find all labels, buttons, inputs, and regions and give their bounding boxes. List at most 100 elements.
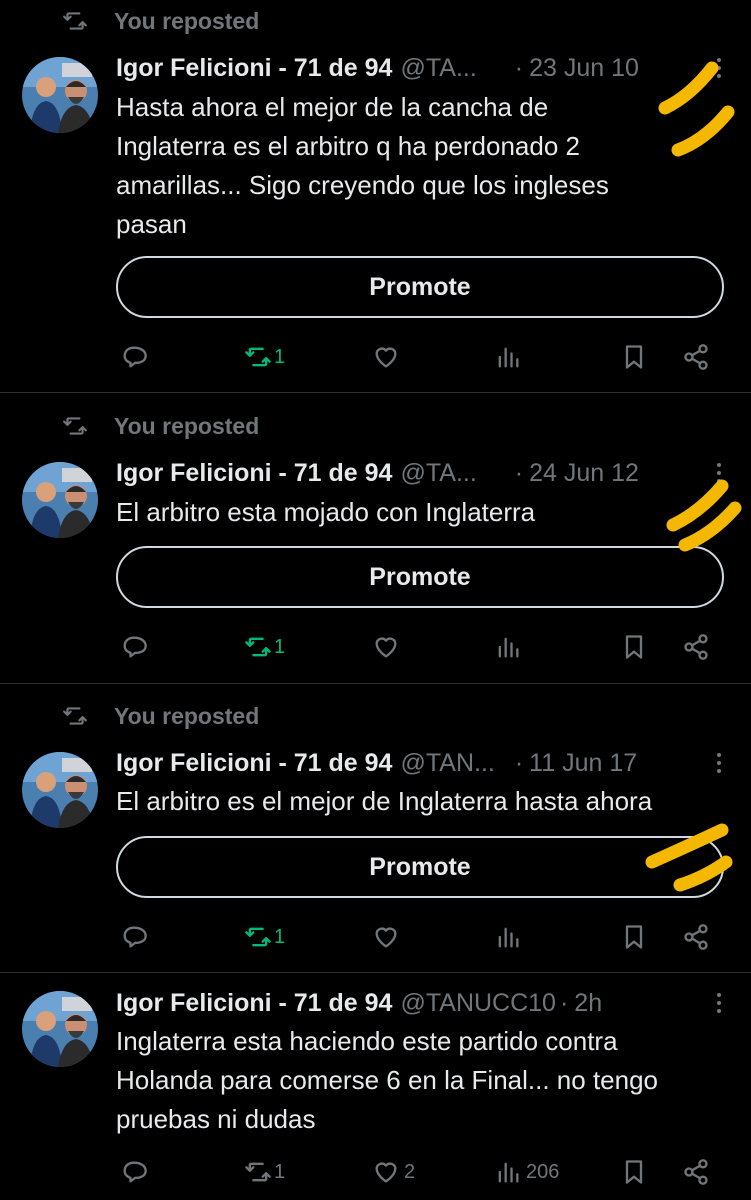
- repost-icon: [63, 707, 87, 725]
- views-button[interactable]: 206: [494, 1152, 559, 1192]
- heart-icon: [375, 927, 397, 948]
- repost-label: You reposted: [114, 7, 260, 34]
- more-options-icon[interactable]: [709, 53, 729, 83]
- share-button[interactable]: [682, 1152, 710, 1192]
- views-button[interactable]: [494, 337, 522, 377]
- repost-button[interactable]: 1: [244, 337, 285, 377]
- like-count: 2: [404, 1160, 416, 1183]
- share-icon: [684, 634, 708, 660]
- more-options-icon[interactable]: [709, 988, 729, 1018]
- tweet-text-line: Hasta ahora el mejor de la cancha de: [116, 92, 549, 122]
- author-handle[interactable]: @TA...: [400, 54, 476, 83]
- tweet-text: Inglaterra esta haciendo este partido co…: [116, 1022, 716, 1139]
- repost-count: 1: [274, 345, 286, 368]
- separator: ·: [559, 988, 569, 1017]
- bookmark-button[interactable]: [620, 627, 648, 667]
- share-button[interactable]: [682, 337, 710, 377]
- action-bar: 1: [0, 337, 751, 377]
- repost-button[interactable]: 1: [244, 1152, 285, 1192]
- avatar[interactable]: [22, 752, 98, 828]
- divider: [0, 683, 751, 684]
- promote-button[interactable]: Promote: [116, 836, 724, 898]
- more-options-icon[interactable]: [709, 748, 729, 778]
- repost-indicator: You reposted: [62, 411, 259, 441]
- like-button[interactable]: 2: [372, 1152, 415, 1192]
- author-name[interactable]: Igor Felicioni - 71 de 94: [116, 54, 392, 83]
- timestamp[interactable]: 23 Jun 10: [529, 54, 639, 83]
- share-icon: [684, 1159, 708, 1185]
- bookmark-button[interactable]: [620, 917, 648, 957]
- like-button[interactable]: [372, 337, 400, 377]
- tweet-text-line: amarillas... Sigo creyendo que los ingle…: [116, 170, 609, 200]
- timestamp[interactable]: 2h: [574, 989, 602, 1018]
- tweet-header: Igor Felicioni - 71 de 94 @TA... · 23 Ju…: [116, 50, 721, 86]
- reply-button[interactable]: [120, 1152, 148, 1192]
- reply-icon: [123, 926, 147, 948]
- like-button[interactable]: [372, 917, 400, 957]
- promote-button[interactable]: Promote: [116, 256, 724, 318]
- reply-icon: [123, 346, 147, 368]
- repost-icon: [63, 12, 87, 30]
- more-options-icon[interactable]: [709, 458, 729, 488]
- repost-count: 1: [274, 1160, 286, 1183]
- views-count: 206: [526, 1160, 560, 1183]
- action-bar: 1: [0, 917, 751, 957]
- tweet-header: Igor Felicioni - 71 de 94 @TA... · 24 Ju…: [116, 455, 721, 491]
- repost-count: 1: [274, 925, 286, 948]
- reply-button[interactable]: [120, 337, 148, 377]
- action-bar: 1: [0, 627, 751, 667]
- heart-icon: [375, 1162, 397, 1183]
- author-name[interactable]: Igor Felicioni - 71 de 94: [116, 989, 392, 1018]
- reply-icon: [123, 636, 147, 658]
- repost-button[interactable]: 1: [244, 917, 285, 957]
- divider: [0, 972, 751, 973]
- repost-count: 1: [274, 635, 286, 658]
- repost-icon: [63, 417, 87, 435]
- analytics-icon: [498, 927, 519, 948]
- share-button[interactable]: [682, 917, 710, 957]
- avatar[interactable]: [22, 991, 98, 1067]
- avatar[interactable]: [22, 462, 98, 538]
- author-handle[interactable]: @TAN...: [400, 749, 494, 778]
- tweet-text-line: El arbitro es el mejor de Inglaterra has…: [116, 786, 653, 816]
- separator: ·: [514, 53, 524, 82]
- promote-button[interactable]: Promote: [116, 546, 724, 608]
- tweet-header: Igor Felicioni - 71 de 94 @TAN... · 11 J…: [116, 745, 721, 781]
- author-name[interactable]: Igor Felicioni - 71 de 94: [116, 749, 392, 778]
- tweet-text-line: Inglaterra esta haciendo este partido co…: [116, 1026, 618, 1056]
- repost-label: You reposted: [114, 412, 260, 439]
- views-button[interactable]: [494, 917, 522, 957]
- tweet-text-line: Inglaterra es el arbitro q ha perdonado …: [116, 131, 580, 161]
- author-handle[interactable]: @TANUCC10: [400, 989, 556, 1018]
- timestamp[interactable]: 11 Jun 17: [529, 749, 637, 778]
- reply-button[interactable]: [120, 627, 148, 667]
- repost-indicator: You reposted: [62, 701, 259, 731]
- share-icon: [684, 344, 708, 370]
- divider: [0, 392, 751, 393]
- tweet-header: Igor Felicioni - 71 de 94 @TANUCC10 · 2h: [116, 985, 721, 1021]
- tweet-text-line: pasan: [116, 209, 187, 239]
- tweet-text-line: pruebas ni dudas: [116, 1104, 316, 1134]
- author-name[interactable]: Igor Felicioni - 71 de 94: [116, 459, 392, 488]
- author-handle[interactable]: @TA...: [400, 459, 476, 488]
- bookmark-button[interactable]: [620, 337, 648, 377]
- repost-icon: [245, 927, 271, 947]
- share-icon: [684, 924, 708, 950]
- reply-button[interactable]: [120, 917, 148, 957]
- tweet-text: Hasta ahora el mejor de la cancha de Ing…: [116, 88, 716, 244]
- separator: ·: [514, 748, 524, 777]
- repost-icon: [245, 637, 271, 657]
- like-button[interactable]: [372, 627, 400, 667]
- share-button[interactable]: [682, 627, 710, 667]
- analytics-icon: [498, 637, 519, 658]
- avatar[interactable]: [22, 57, 98, 133]
- analytics-icon: [498, 1162, 519, 1183]
- views-button[interactable]: [494, 627, 522, 667]
- heart-icon: [375, 637, 397, 658]
- bookmark-icon: [625, 925, 643, 949]
- timestamp[interactable]: 24 Jun 12: [529, 459, 639, 488]
- repost-indicator: You reposted: [62, 6, 259, 36]
- repost-button[interactable]: 1: [244, 627, 285, 667]
- tweet-text-line: Holanda para comerse 6 en la Final... no…: [116, 1065, 659, 1095]
- bookmark-button[interactable]: [620, 1152, 648, 1192]
